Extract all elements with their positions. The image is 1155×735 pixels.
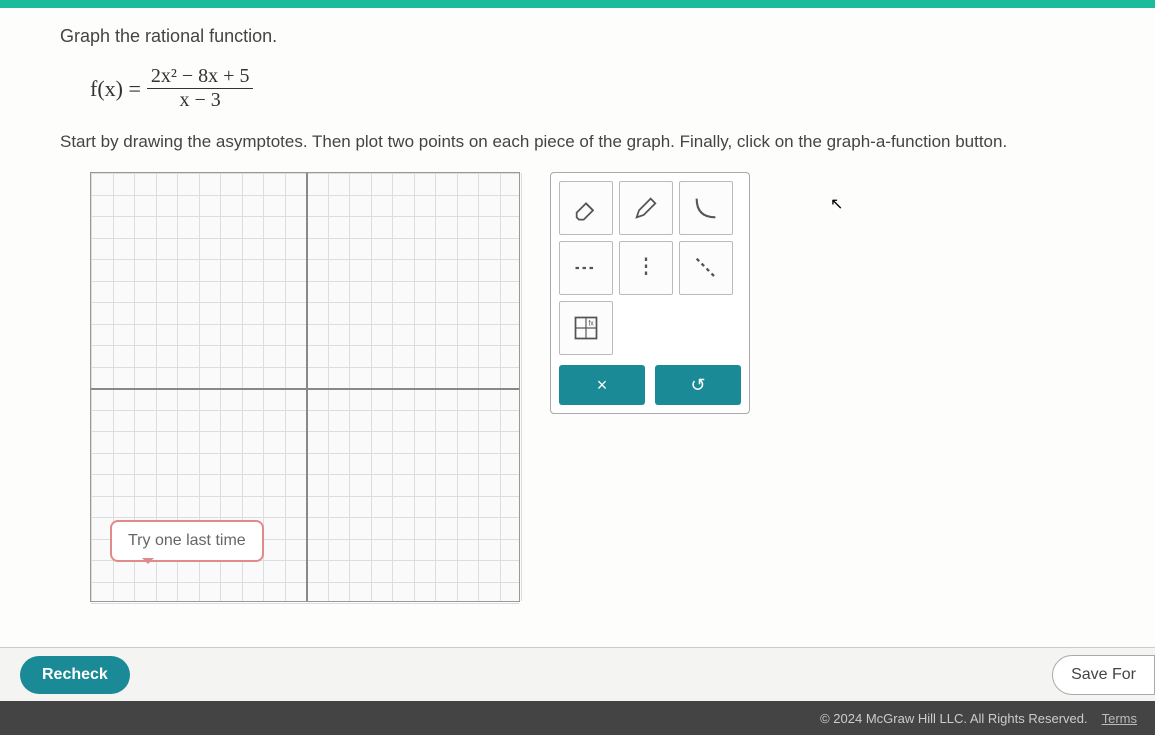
dashed-vertical-tool[interactable] [619,241,673,295]
save-for-button[interactable]: Save For [1052,655,1155,695]
undo-icon: ↺ [690,375,705,396]
undo-button[interactable]: ↺ [655,365,741,405]
hint-text: Try one last time [128,532,246,549]
mouse-cursor-icon: ↖ [830,194,843,214]
eraser-tool[interactable] [559,181,613,235]
question-content: Graph the rational function. f(x) = 2x² … [0,8,1155,688]
function-equation: f(x) = 2x² − 8x + 5 x − 3 [90,65,1095,112]
graph-function-tool[interactable]: fx [559,301,613,355]
graph-function-icon: fx [572,314,600,342]
equation-numerator: 2x² − 8x + 5 [147,65,254,89]
graph-area-wrap: // gridlines injected below after data s… [90,172,520,602]
svg-text:fx: fx [588,321,594,328]
tool-panel: fx × ↺ [550,172,750,414]
dashed-vertical-icon [632,254,660,282]
footer-copyright: © 2024 McGraw Hill LLC. All Rights Reser… [820,711,1088,726]
equation-lhs: f(x) = [90,76,141,102]
equation-denominator: x − 3 [176,89,225,112]
close-icon: × [597,375,608,396]
question-instructions: Start by drawing the asymptotes. Then pl… [60,132,1095,152]
eraser-icon [572,194,600,222]
pencil-tool[interactable] [619,181,673,235]
clear-button[interactable]: × [559,365,645,405]
page-footer: © 2024 McGraw Hill LLC. All Rights Reser… [0,701,1155,735]
dashed-diagonal-icon [692,254,720,282]
footer-terms-link[interactable]: Terms [1102,711,1137,726]
window-top-accent [0,0,1155,8]
bottom-toolbar: Recheck Save For [0,647,1155,701]
curve-tool[interactable] [679,181,733,235]
equation-fraction: 2x² − 8x + 5 x − 3 [147,65,254,112]
curve-icon [692,194,720,222]
recheck-button[interactable]: Recheck [20,656,130,694]
pencil-icon [632,194,660,222]
dashed-diagonal-tool[interactable] [679,241,733,295]
dashed-horizontal-icon [572,254,600,282]
dashed-horizontal-tool[interactable] [559,241,613,295]
question-title: Graph the rational function. [60,26,1095,47]
hint-callout: Try one last time [110,520,264,562]
